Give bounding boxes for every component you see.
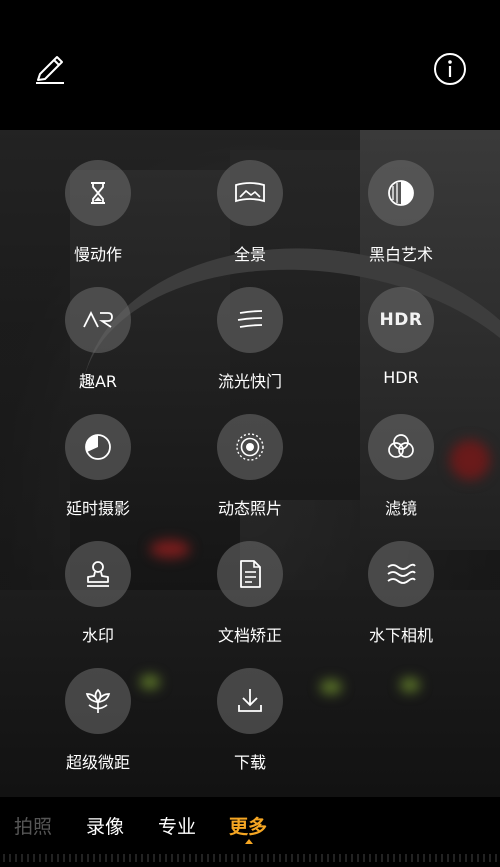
mode-label: 延时摄影 [65, 499, 130, 518]
mode-panorama[interactable]: 全景 [180, 160, 320, 275]
mode-icon-circle [65, 668, 131, 734]
mode-label: 超级微距 [65, 753, 130, 772]
mode-label: 水下相机 [368, 626, 433, 645]
mode-super-macro[interactable]: 超级微距 [28, 668, 168, 783]
mode-tab-photo[interactable]: 拍照 [14, 812, 52, 839]
mode-tab-more[interactable]: 更多 [229, 812, 267, 839]
mode-icon-circle [217, 668, 283, 734]
mode-label: 水印 [81, 626, 114, 645]
selected-mode-indicator [245, 839, 253, 844]
mode-icon-circle [368, 541, 434, 607]
mode-icon-circle [368, 414, 434, 480]
zoom-dial-ticks[interactable] [0, 848, 500, 864]
mode-light-trail[interactable]: 流光快门 [180, 287, 320, 402]
mode-slow-motion[interactable]: 慢动作 [28, 160, 168, 275]
mode-timelapse[interactable]: 延时摄影 [28, 414, 168, 529]
mode-underwater[interactable]: 水下相机 [331, 541, 471, 656]
panorama-icon [235, 182, 265, 203]
mode-monochrome-art[interactable]: 黑白艺术 [331, 160, 471, 275]
mode-watermark[interactable]: 水印 [28, 541, 168, 656]
mode-label: 慢动作 [73, 245, 122, 264]
mode-icon-circle [217, 160, 283, 226]
mode-selector-bar: 拍照 录像 专业 更多 [0, 797, 500, 867]
mode-label: 文档矫正 [217, 626, 282, 645]
mode-hdr[interactable]: HDR HDR [331, 287, 471, 402]
mode-moving-picture[interactable]: 动态照片 [180, 414, 320, 529]
mode-label: 滤镜 [384, 499, 417, 518]
moving-picture-icon [236, 433, 264, 461]
mode-label: 动态照片 [217, 499, 282, 518]
mode-document-correction[interactable]: 文档矫正 [180, 541, 320, 656]
mode-icon-circle [368, 160, 434, 226]
mode-tab-video[interactable]: 录像 [86, 812, 124, 839]
hdr-icon: HDR [379, 310, 423, 330]
mode-icon-circle [65, 541, 131, 607]
mode-label: HDR [383, 368, 419, 387]
watermark-stamp-icon [87, 561, 109, 587]
monochrome-icon [388, 180, 414, 206]
macro-flower-icon [85, 688, 111, 713]
mode-icon-circle [65, 160, 131, 226]
mode-download[interactable]: 下载 [180, 668, 320, 783]
mode-label: 流光快门 [217, 372, 282, 391]
mode-label: 全景 [233, 245, 266, 264]
edit-button[interactable] [30, 50, 70, 90]
mode-ar[interactable]: 趣AR [28, 287, 168, 402]
mode-icon-circle [217, 287, 283, 353]
mode-icon-circle: HDR [368, 287, 434, 353]
background-light [320, 680, 342, 694]
hourglass-icon [91, 182, 105, 204]
filter-icon [388, 434, 414, 458]
light-trail-icon [237, 310, 263, 328]
mode-icon-circle [65, 287, 131, 353]
mode-tab-pro[interactable]: 专业 [158, 812, 196, 839]
background-light [400, 678, 420, 692]
pencil-icon [36, 56, 64, 84]
mode-label: 黑白艺术 [368, 245, 433, 264]
underwater-waves-icon [387, 563, 416, 584]
mode-icon-circle [217, 541, 283, 607]
mode-icon-circle [65, 414, 131, 480]
top-bar [0, 0, 500, 130]
mode-icon-circle [217, 414, 283, 480]
download-icon [238, 689, 262, 712]
timelapse-icon [85, 434, 111, 460]
info-circle-icon [434, 53, 466, 85]
mode-label: 趣AR [78, 372, 118, 391]
mode-filter[interactable]: 滤镜 [331, 414, 471, 529]
mode-label: 下载 [233, 753, 266, 772]
document-icon [240, 560, 261, 588]
ar-icon [83, 310, 113, 328]
info-button[interactable] [432, 51, 468, 87]
